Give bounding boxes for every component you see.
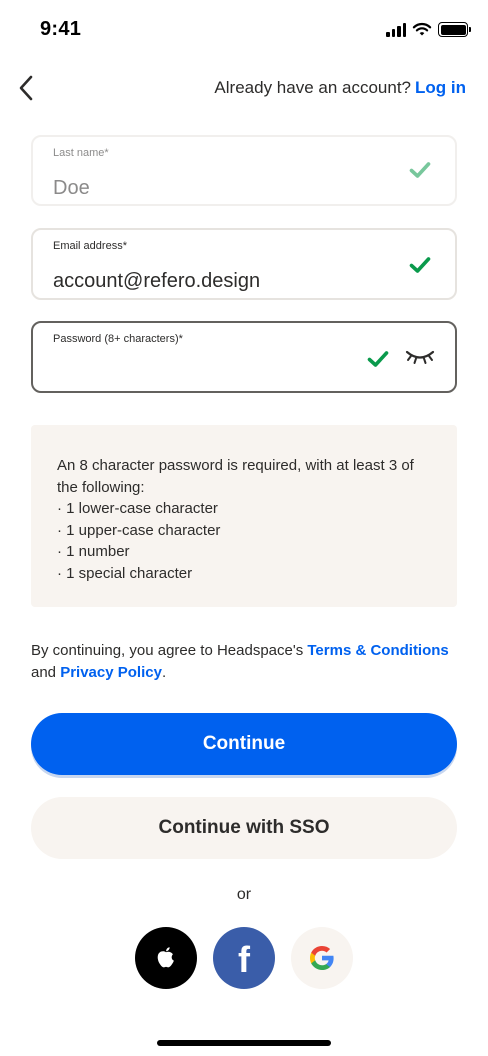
google-icon	[310, 946, 334, 970]
chevron-left-icon	[19, 75, 33, 101]
checkmark-icon	[409, 162, 431, 178]
apple-login-button[interactable]	[135, 927, 197, 989]
last-name-field[interactable]: Last name* Doe	[31, 135, 457, 206]
password-field[interactable]: Password (8+ characters)*	[31, 321, 457, 393]
login-prompt-text: Already have an account?	[214, 78, 412, 97]
checkmark-icon	[367, 351, 389, 367]
requirements-intro: An 8 character password is required, wit…	[57, 457, 414, 496]
password-requirements: An 8 character password is required, wit…	[31, 425, 457, 607]
apple-icon	[157, 947, 174, 968]
last-name-label: Last name*	[53, 147, 109, 159]
status-time: 9:41	[40, 18, 82, 40]
facebook-icon: f	[238, 939, 250, 980]
email-field[interactable]: Email address* account@refero.design	[31, 228, 457, 300]
login-prompt: Already have an account? Log in	[214, 78, 466, 98]
last-name-value: Doe	[53, 177, 90, 199]
battery-icon	[438, 22, 471, 37]
facebook-login-button[interactable]: f	[213, 927, 275, 989]
password-label: Password (8+ characters)*	[53, 333, 183, 345]
legal-and: and	[31, 664, 61, 681]
home-indicator	[157, 1040, 331, 1046]
signal-icon	[386, 22, 406, 37]
requirement-item: 1 special character	[57, 563, 431, 585]
continue-sso-button[interactable]: Continue with SSO	[31, 797, 457, 859]
email-value: account@refero.design	[53, 270, 261, 292]
status-icons	[386, 22, 471, 37]
or-divider: or	[236, 886, 252, 903]
checkmark-icon	[409, 257, 431, 273]
status-bar: 9:41	[0, 0, 488, 60]
google-login-button[interactable]	[291, 927, 353, 989]
terms-link[interactable]: Terms & Conditions	[307, 642, 448, 659]
legal-text: By continuing, you agree to Headspace's …	[31, 640, 461, 684]
show-password-button[interactable]	[405, 347, 435, 372]
requirement-item: 1 number	[57, 541, 431, 563]
legal-prefix: By continuing, you agree to Headspace's	[31, 642, 308, 659]
continue-button[interactable]: Continue	[31, 713, 457, 775]
wifi-icon	[412, 22, 432, 36]
privacy-link[interactable]: Privacy Policy	[60, 664, 162, 681]
top-nav: Already have an account? Log in	[0, 64, 488, 114]
requirement-item: 1 lower-case character	[57, 498, 431, 520]
requirement-item: 1 upper-case character	[57, 520, 431, 542]
login-link[interactable]: Log in	[415, 78, 466, 97]
back-button[interactable]	[8, 68, 44, 108]
email-label: Email address*	[53, 240, 127, 252]
eye-closed-icon	[405, 350, 435, 364]
legal-suffix: .	[161, 664, 167, 681]
